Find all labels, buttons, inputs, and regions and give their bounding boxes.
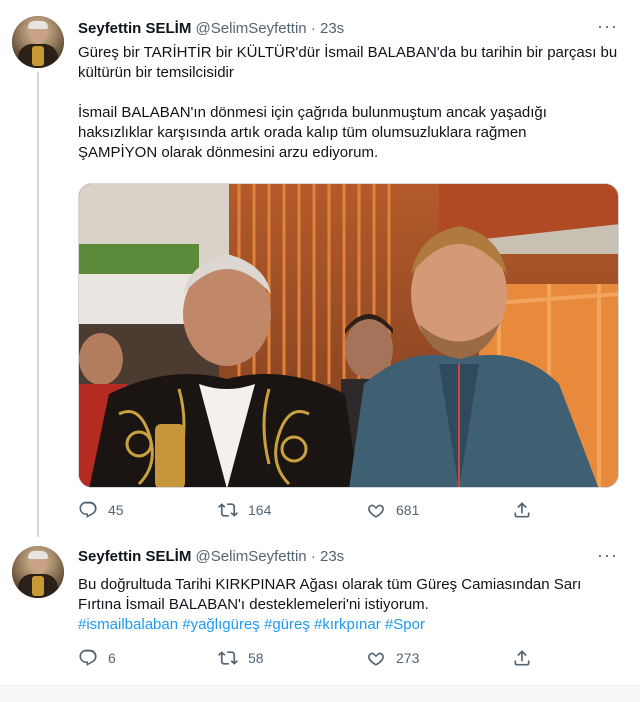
tweet-actions: 6 58 273 xyxy=(78,648,538,672)
tweet-actions: 45 164 681 xyxy=(78,500,538,524)
separator-dot: · xyxy=(310,548,316,565)
separator-dot: · xyxy=(310,20,316,37)
like-count: 681 xyxy=(396,502,420,518)
like-count: 273 xyxy=(396,650,420,666)
heart-icon xyxy=(368,652,384,666)
tweet-header: Seyfettin SELİM @SelimSeyfettin · 23s xyxy=(78,548,344,565)
tweet-paragraph-2-line-2: haksızlıklar karşısında artık orada kalı… xyxy=(78,124,527,141)
tweet-1[interactable]: Seyfettin SELİM @SelimSeyfettin · 23s ··… xyxy=(0,0,640,537)
tweet-photo[interactable] xyxy=(78,183,619,488)
share-button[interactable] xyxy=(512,648,532,668)
tweet-line-1: Bu doğrultuda Tarihi KIRKPINAR Ağası ola… xyxy=(78,576,582,593)
like-button[interactable]: 681 xyxy=(366,500,419,520)
author-handle[interactable]: @SelimSeyfettin xyxy=(196,548,307,565)
hashtag-link[interactable]: #Spor xyxy=(385,616,425,633)
share-icon xyxy=(514,650,530,666)
tweet-2[interactable]: Seyfettin SELİM @SelimSeyfettin · 23s ··… xyxy=(0,537,640,685)
author-handle[interactable]: @SelimSeyfettin xyxy=(196,20,307,37)
timeline-bottom-divider xyxy=(0,685,640,702)
retweet-count: 164 xyxy=(248,502,272,518)
like-button[interactable]: 273 xyxy=(366,648,419,668)
tweet-text: Bu doğrultuda Tarihi KIRKPINAR Ağası ola… xyxy=(78,575,623,635)
retweet-icon xyxy=(218,503,238,517)
tweet-header: Seyfettin SELİM @SelimSeyfettin · 23s xyxy=(78,20,344,37)
share-button[interactable] xyxy=(512,500,532,520)
more-options-icon[interactable]: ··· xyxy=(597,545,618,566)
hashtag-list: #ismailbalaban #yağlıgüreş #güreş #kırkp… xyxy=(78,615,623,635)
hashtag-link[interactable]: #güreş xyxy=(264,616,310,633)
heart-icon xyxy=(368,504,384,518)
hashtag-link[interactable]: #ismailbalaban xyxy=(78,616,178,633)
reply-icon xyxy=(79,501,97,518)
share-icon xyxy=(514,502,530,518)
tweet-paragraph-2-line-1: İsmail BALABAN'ın dönmesi için çağrıda b… xyxy=(78,104,547,121)
tweet-paragraph-1: Güreş bir TARİHTİR bir KÜLTÜR'dür İsmail… xyxy=(78,44,618,81)
author-name[interactable]: Seyfettin SELİM xyxy=(78,548,191,565)
retweet-icon xyxy=(218,651,238,665)
avatar[interactable] xyxy=(12,16,64,68)
tweet-text: Güreş bir TARİHTİR bir KÜLTÜR'dür İsmail… xyxy=(78,43,623,163)
more-options-icon[interactable]: ··· xyxy=(597,16,618,37)
photo-illustration xyxy=(79,184,618,487)
hashtag-link[interactable]: #yağlıgüreş xyxy=(182,616,260,633)
retweet-count: 58 xyxy=(248,650,264,666)
reply-button[interactable]: 6 xyxy=(78,648,116,668)
author-name[interactable]: Seyfettin SELİM xyxy=(78,20,191,37)
reply-button[interactable]: 45 xyxy=(78,500,124,520)
tweet-time[interactable]: 23s xyxy=(320,20,344,37)
avatar[interactable] xyxy=(12,546,64,598)
hashtag-link[interactable]: #kırkpınar xyxy=(314,616,381,633)
retweet-button[interactable]: 58 xyxy=(218,648,264,668)
thread-connector-line xyxy=(37,72,39,537)
tweet-time[interactable]: 23s xyxy=(320,548,344,565)
retweet-button[interactable]: 164 xyxy=(218,500,271,520)
reply-icon xyxy=(79,649,97,666)
tweet-line-2: Fırtına İsmail BALABAN'ı desteklemeleri'… xyxy=(78,596,429,613)
tweet-paragraph-2-line-3: ŞAMPİYON olarak dönmesini arzu ediyorum. xyxy=(78,144,379,161)
reply-count: 45 xyxy=(108,502,124,518)
reply-count: 6 xyxy=(108,650,116,666)
